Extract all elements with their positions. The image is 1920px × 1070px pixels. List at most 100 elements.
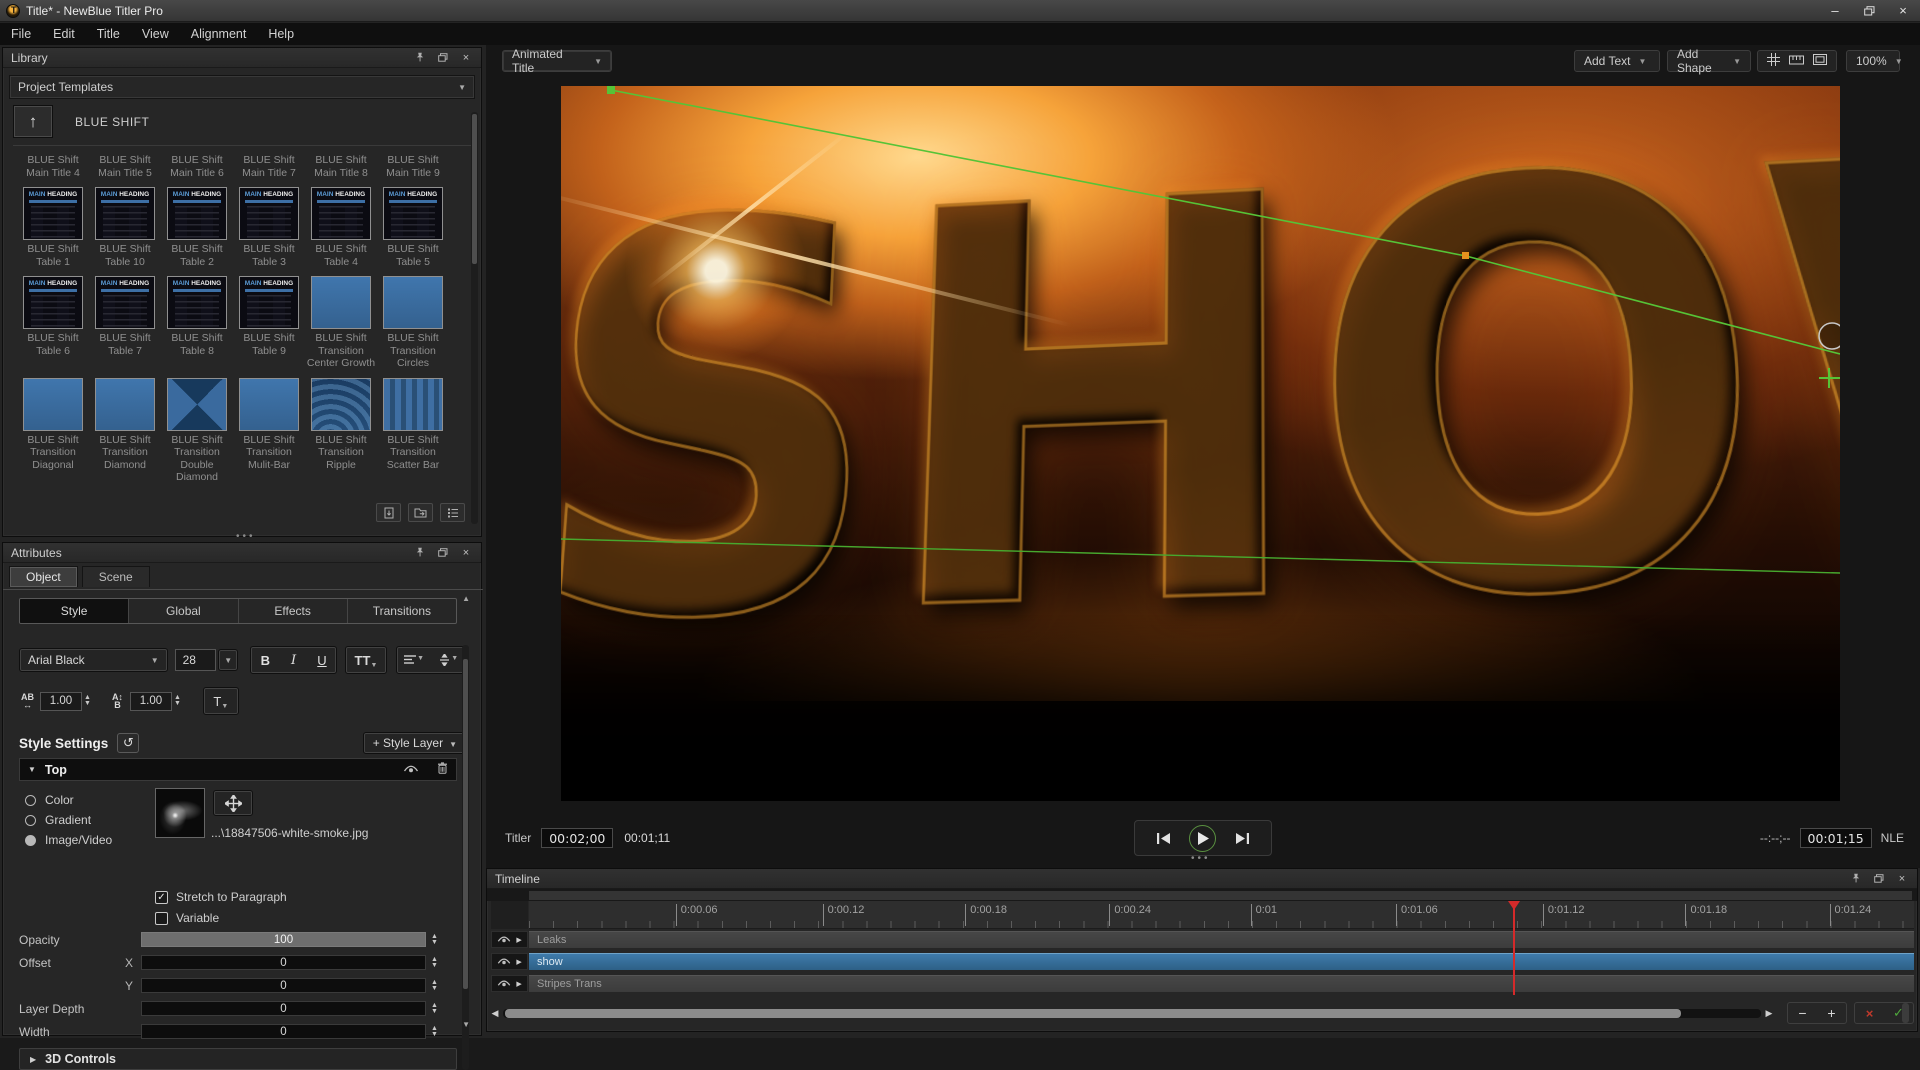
param-value-slider[interactable]: 100 [141, 932, 426, 947]
param-stepper[interactable]: ▲▼ [431, 957, 438, 969]
pin-icon[interactable] [413, 547, 427, 559]
tab-scene[interactable]: Scene [82, 566, 150, 587]
template-item[interactable]: BLUE Shift Main Title 4 [17, 148, 89, 184]
cancel-button[interactable]: × [1855, 1003, 1884, 1023]
duration-timecode-input[interactable]: 00:02;00 [541, 828, 613, 848]
safe-area-toggle-icon[interactable] [1813, 54, 1827, 68]
text-mode-button[interactable]: T▼ [203, 687, 239, 715]
template-thumbnail[interactable] [311, 276, 371, 329]
template-item[interactable]: BLUE Shift Transition Circles [377, 273, 449, 375]
timeline-scrollbar-thumb[interactable] [505, 1009, 1681, 1018]
caps-button[interactable]: TT▼ [345, 646, 387, 674]
template-item[interactable]: MAIN HEADINGBLUE Shift Table 1 [17, 184, 89, 273]
track-visibility-icon[interactable] [497, 931, 511, 949]
template-thumbnail[interactable] [383, 276, 443, 329]
param-value-input[interactable]: 0 [141, 978, 426, 993]
template-item[interactable]: BLUE Shift Main Title 5 [89, 148, 161, 184]
font-size-input[interactable]: 28 [175, 649, 217, 671]
attributes-header[interactable]: Attributes × [3, 543, 481, 563]
template-item[interactable]: MAIN HEADINGBLUE Shift Table 7 [89, 273, 161, 375]
folder-up-button[interactable]: ↑ [13, 105, 53, 138]
template-thumbnail[interactable]: MAIN HEADING [239, 187, 299, 240]
timeline-header[interactable]: Timeline × [487, 869, 1917, 889]
template-thumbnail[interactable] [311, 378, 371, 431]
timeline-vertical-scrollbar[interactable] [1902, 1003, 1909, 1023]
menu-help[interactable]: Help [257, 23, 305, 45]
bold-button[interactable]: B [251, 653, 279, 668]
menu-file[interactable]: File [0, 23, 42, 45]
close-button[interactable]: × [1886, 1, 1920, 21]
param-stepper[interactable]: ▲▼ [431, 980, 438, 992]
timeline-ruler[interactable]: 0:00.060:00.120:00.180:00.240:010:01.060… [529, 901, 1914, 929]
menu-alignment[interactable]: Alignment [180, 23, 258, 45]
template-thumbnail[interactable]: MAIN HEADING [383, 187, 443, 240]
param-stepper[interactable]: ▲▼ [431, 934, 438, 946]
menu-edit[interactable]: Edit [42, 23, 86, 45]
variable-checkbox[interactable] [155, 912, 168, 925]
template-item[interactable]: BLUE Shift Transition Double Diamond [161, 375, 233, 489]
panel-splitter-handle[interactable]: ••• [236, 531, 256, 542]
layer-visibility-icon[interactable] [403, 761, 419, 779]
track-visibility-icon[interactable] [497, 953, 511, 971]
subtab-effects[interactable]: Effects [239, 599, 348, 623]
minimize-button[interactable]: – [1818, 1, 1852, 21]
font-size-dropdown[interactable]: ▼ [218, 649, 238, 671]
add-text-button[interactable]: Add Text▼ [1574, 50, 1660, 72]
tracking-stepper[interactable]: ▲▼ [84, 695, 91, 707]
subtab-style[interactable]: Style [20, 599, 129, 623]
template-item[interactable]: BLUE Shift Main Title 8 [305, 148, 377, 184]
menu-view[interactable]: View [131, 23, 180, 45]
restore-panel-icon[interactable] [436, 52, 450, 64]
param-value-input[interactable]: 0 [141, 955, 426, 970]
template-item[interactable]: BLUE Shift Transition Diagonal [17, 375, 89, 489]
tab-object[interactable]: Object [9, 566, 78, 587]
template-thumbnail[interactable] [23, 378, 83, 431]
title-preset-dropdown[interactable]: Animated Title ▼ [502, 50, 612, 72]
image-position-button[interactable] [213, 790, 253, 816]
reset-style-button[interactable]: ↺ [117, 733, 139, 753]
panel-splitter-handle[interactable]: ••• [1191, 853, 1211, 864]
zoom-out-button[interactable]: − [1788, 1003, 1817, 1023]
attributes-scrollbar[interactable] [462, 645, 469, 1070]
radio-button[interactable] [25, 815, 36, 826]
scroll-left-icon[interactable]: ◀ [487, 1008, 503, 1019]
template-thumbnail[interactable] [95, 378, 155, 431]
nle-timecode-input[interactable]: 00:01;15 [1800, 828, 1872, 848]
track-clip-show[interactable]: show [529, 953, 1914, 970]
track-visibility-icon[interactable] [497, 975, 511, 993]
underline-button[interactable]: U [308, 653, 336, 668]
close-panel-icon[interactable]: × [1895, 873, 1909, 885]
3d-controls-section[interactable]: ▶ 3D Controls [19, 1048, 457, 1070]
template-item[interactable]: BLUE Shift Main Title 7 [233, 148, 305, 184]
param-stepper[interactable]: ▲▼ [431, 1003, 438, 1015]
tracking-input[interactable]: 1.00 [40, 692, 82, 711]
template-item[interactable]: MAIN HEADINGBLUE Shift Table 6 [17, 273, 89, 375]
template-thumbnail[interactable]: MAIN HEADING [167, 276, 227, 329]
zoom-in-button[interactable]: + [1817, 1003, 1846, 1023]
grid-toggle-icon[interactable] [1767, 53, 1780, 69]
track-clip-stripes-trans[interactable]: Stripes Trans [529, 975, 1914, 992]
radio-button[interactable] [25, 835, 36, 846]
param-stepper[interactable]: ▲▼ [431, 1026, 438, 1038]
library-scrollbar[interactable] [471, 112, 478, 524]
track-header[interactable]: ▶ [491, 931, 528, 948]
template-item[interactable]: MAIN HEADINGBLUE Shift Table 2 [161, 184, 233, 273]
skip-to-end-button[interactable] [1236, 833, 1249, 844]
restore-panel-icon[interactable] [1872, 873, 1886, 885]
skip-to-start-button[interactable] [1157, 833, 1170, 844]
open-folder-button[interactable] [408, 503, 433, 522]
library-header[interactable]: Library × [3, 48, 481, 68]
param-value-input[interactable]: 0 [141, 1024, 426, 1039]
subtab-transitions[interactable]: Transitions [348, 599, 456, 623]
template-category-dropdown[interactable]: Project Templates ▼ [9, 75, 475, 99]
template-item[interactable]: BLUE Shift Transition Mulit-Bar [233, 375, 305, 489]
template-item[interactable]: BLUE Shift Transition Ripple [305, 375, 377, 489]
template-item[interactable]: MAIN HEADINGBLUE Shift Table 9 [233, 273, 305, 375]
template-thumbnail[interactable] [239, 378, 299, 431]
template-thumbnail[interactable]: MAIN HEADING [23, 187, 83, 240]
italic-button[interactable]: I [279, 653, 307, 668]
template-item[interactable]: BLUE Shift Transition Diamond [89, 375, 161, 489]
delete-layer-icon[interactable] [437, 761, 448, 779]
restore-panel-icon[interactable] [436, 547, 450, 559]
ruler-toggle-icon[interactable] [1789, 54, 1804, 68]
